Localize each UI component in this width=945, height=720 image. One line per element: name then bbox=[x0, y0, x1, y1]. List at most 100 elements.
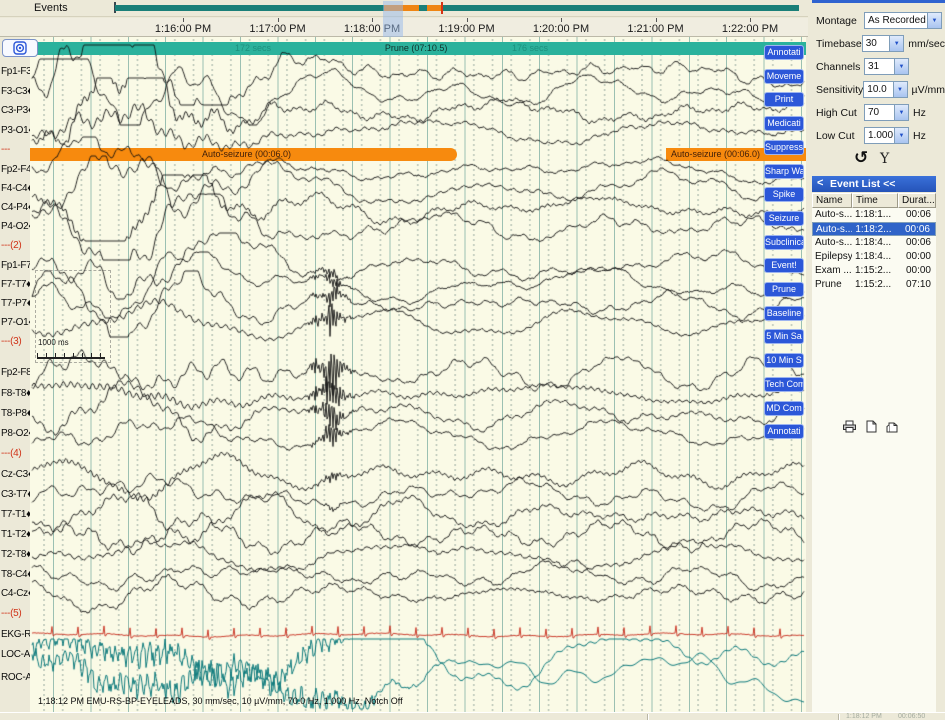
chevron-down-icon[interactable]: ▼ bbox=[927, 13, 941, 28]
channel-label[interactable]: C4-Cz♦ bbox=[1, 588, 33, 599]
channel-label[interactable]: F4-C4♦ bbox=[1, 183, 32, 194]
channel-label[interactable]: F7-T7♦ bbox=[1, 279, 31, 290]
setting-dropdown[interactable]: 31▼ bbox=[864, 58, 909, 75]
caliper-tool-icon[interactable]: Y bbox=[880, 151, 889, 167]
bubble-button-suppress[interactable]: Suppress bbox=[764, 140, 804, 155]
bubble-button-annotati[interactable]: Annotati bbox=[764, 45, 804, 60]
bubble-button-event-[interactable]: Event! bbox=[764, 258, 804, 273]
bubble-button-subclinica[interactable]: Subclinica bbox=[764, 235, 804, 250]
bubble-button-spike[interactable]: Spike bbox=[764, 187, 804, 202]
record-target-icon[interactable] bbox=[2, 39, 38, 57]
event-time: 1:18:2... bbox=[852, 223, 897, 235]
event-column-header[interactable]: Durat... bbox=[898, 193, 936, 208]
auto-seizure-label: Auto-seizure (00:06.0) bbox=[671, 149, 760, 159]
event-time: 1:15:2... bbox=[852, 264, 898, 278]
setting-dropdown[interactable]: 70▼ bbox=[864, 104, 909, 121]
setting-unit: Hz bbox=[913, 107, 926, 119]
bubble-button-5-min-sa[interactable]: 5 Min Sa bbox=[764, 329, 804, 344]
bubble-button-medicati[interactable]: Medicati bbox=[764, 116, 804, 131]
setting-dropdown[interactable]: 1.000▼ bbox=[864, 127, 909, 144]
chevron-down-icon[interactable]: ▼ bbox=[889, 36, 903, 51]
channel-label[interactable]: P7-O1♦ bbox=[1, 317, 33, 328]
channel-label[interactable]: T2-T8♦ bbox=[1, 549, 31, 560]
chevron-left-icon[interactable]: < bbox=[817, 177, 823, 189]
event-list: NameTimeDurat... Auto-s...1:18:1...00:06… bbox=[812, 193, 936, 712]
report-tools bbox=[842, 420, 898, 438]
bubble-button-annotati[interactable]: Annotati bbox=[764, 424, 804, 439]
event-column-header[interactable]: Time bbox=[852, 193, 898, 208]
channel-label[interactable]: C4-P4♦ bbox=[1, 202, 33, 213]
bubble-button-10-min-s[interactable]: 10 Min S bbox=[764, 353, 804, 368]
dropdown-value: As Recorded bbox=[865, 13, 927, 28]
channel-label[interactable]: T1-T2♦ bbox=[1, 529, 31, 540]
eeg-trace-area[interactable]: 172 secs Prune (07:10.5) 176 secs Auto-s… bbox=[30, 37, 806, 712]
setting-dropdown[interactable]: 10.0▼ bbox=[863, 81, 907, 98]
bubble-button-tech-com[interactable]: Tech Com bbox=[764, 377, 804, 392]
channel-label[interactable]: F8-T8♦ bbox=[1, 388, 31, 399]
display-settings: MontageAs Recorded▼Timebase30▼mm/secChan… bbox=[812, 12, 945, 150]
copy-document-icon[interactable] bbox=[886, 420, 898, 438]
chevron-down-icon[interactable]: ▼ bbox=[894, 59, 908, 74]
bubble-button-prune[interactable]: Prune bbox=[764, 282, 804, 297]
event-duration: 07:10 bbox=[898, 278, 936, 292]
event-duration: 00:00 bbox=[898, 250, 936, 264]
event-name: Prune bbox=[812, 278, 852, 292]
event-name: Epilepsy bbox=[812, 250, 852, 264]
channel-label[interactable]: P3-O1♦ bbox=[1, 125, 33, 136]
channel-label-gutter: Fp1-F3♦F3-C3♦C3-P3♦P3-O1♦---Fp2-F4♦F4-C4… bbox=[0, 37, 30, 712]
prune-right-marker: 176 secs bbox=[512, 43, 548, 53]
channel-label[interactable]: T8-P8♦ bbox=[1, 408, 32, 419]
event-row[interactable]: Auto-s...1:18:1...00:06 bbox=[812, 208, 936, 222]
bubble-button-sharp-wa[interactable]: Sharp Wa bbox=[764, 164, 804, 179]
channel-label[interactable]: T7-P7♦ bbox=[1, 298, 32, 309]
channel-label[interactable]: P4-O2♦ bbox=[1, 221, 33, 232]
minute-tick bbox=[561, 18, 562, 22]
channel-label[interactable]: P8-O2♦ bbox=[1, 428, 33, 439]
setting-row-channels: Channels31▼ bbox=[816, 58, 945, 75]
time-ruler[interactable]: 1:16:00 PM1:17:00 PM1:18:00 PM1:19:00 PM… bbox=[0, 18, 808, 37]
auto-seizure-bar[interactable]: Auto-seizure (00:06.0) bbox=[30, 148, 457, 161]
event-row[interactable]: Prune1:15:2...07:10 bbox=[812, 278, 936, 292]
channel-label[interactable]: F3-C3♦ bbox=[1, 86, 32, 97]
scale-label: 1000 ms bbox=[38, 338, 69, 347]
event-column-header[interactable]: Name bbox=[812, 193, 852, 208]
channel-label[interactable]: T8-C4♦ bbox=[1, 569, 32, 580]
event-list-header[interactable]: < Event List << bbox=[812, 176, 936, 192]
channel-label[interactable]: T7-T1♦ bbox=[1, 509, 31, 520]
bubble-button-md-com[interactable]: MD Com bbox=[764, 401, 804, 416]
events-timeline-bar[interactable] bbox=[115, 5, 799, 11]
setting-dropdown[interactable]: As Recorded▼ bbox=[864, 12, 942, 29]
panel-top-accent bbox=[812, 0, 945, 3]
timeline-seizure-segment bbox=[384, 5, 419, 11]
setting-label: Low Cut bbox=[816, 130, 864, 142]
channel-label[interactable]: C3-T7♦ bbox=[1, 489, 32, 500]
event-time: 1:15:2... bbox=[852, 278, 898, 292]
bubble-button-baseline[interactable]: Baseline bbox=[764, 306, 804, 321]
bubble-button-seizure[interactable]: Seizure bbox=[764, 211, 804, 226]
event-row[interactable]: Epilepsy1:18:4...00:00 bbox=[812, 250, 936, 264]
event-row[interactable]: Auto-s...1:18:2...00:06 bbox=[812, 222, 936, 236]
new-document-icon[interactable] bbox=[866, 420, 877, 438]
bubble-button-print[interactable]: Print bbox=[764, 92, 804, 107]
undo-icon[interactable]: ↺ bbox=[854, 148, 868, 168]
setting-row-low-cut: Low Cut1.000▼ Hz bbox=[816, 127, 945, 144]
setting-label: Timebase bbox=[816, 38, 862, 50]
prune-bar-label: Prune (07:10.5) bbox=[385, 43, 448, 53]
chevron-down-icon[interactable]: ▼ bbox=[894, 105, 908, 120]
channel-label[interactable]: C3-P3♦ bbox=[1, 105, 33, 116]
setting-unit: mm/sec bbox=[908, 38, 945, 50]
prune-event-bar[interactable]: 172 secs Prune (07:10.5) 176 secs bbox=[30, 42, 806, 55]
events-bar-label: Events bbox=[34, 2, 68, 14]
bubble-button-moveme[interactable]: Moveme bbox=[764, 69, 804, 84]
event-name: Exam ... bbox=[812, 264, 852, 278]
event-row[interactable]: Exam ...1:15:2...00:00 bbox=[812, 264, 936, 278]
chevron-down-icon[interactable]: ▼ bbox=[893, 82, 907, 97]
channel-label[interactable]: Cz-C3♦ bbox=[1, 469, 33, 480]
event-row[interactable]: Auto-s...1:18:4...00:06 bbox=[812, 236, 936, 250]
setting-unit: Hz bbox=[913, 130, 926, 142]
chevron-down-icon[interactable]: ▼ bbox=[894, 128, 908, 143]
print-icon[interactable] bbox=[842, 420, 857, 438]
setting-dropdown[interactable]: 30▼ bbox=[862, 35, 905, 52]
event-duration: 00:06 bbox=[898, 223, 935, 235]
minute-tick bbox=[372, 18, 373, 22]
